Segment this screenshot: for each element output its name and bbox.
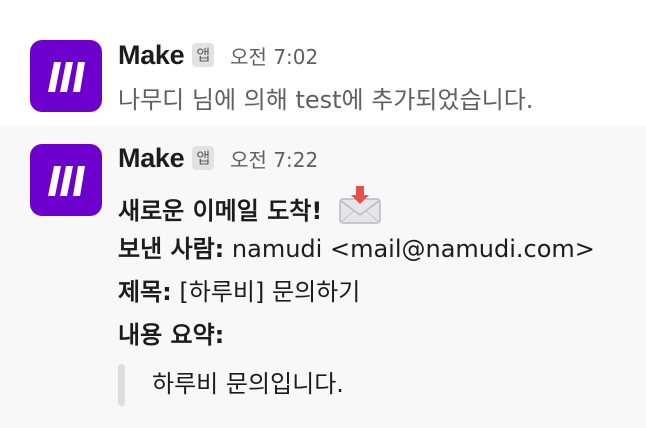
message-timestamp[interactable]: 오전 7:22 xyxy=(230,144,318,173)
email-subject: 제목: [하루비] 문의하기 xyxy=(118,276,360,308)
make-logo-icon[interactable] xyxy=(30,40,102,112)
message-header: Make 앱 오전 7:02 xyxy=(118,39,318,71)
message-timestamp[interactable]: 오전 7:02 xyxy=(230,41,318,70)
email-title-text: 새로운 이메일 도착! xyxy=(118,197,323,225)
quote-bar xyxy=(118,364,125,406)
sender-name[interactable]: Make xyxy=(118,143,185,174)
message-item[interactable]: Make 앱 오전 7:02 나무디 님에 의해 test에 추가되었습니다. xyxy=(0,0,646,126)
sender-name[interactable]: Make xyxy=(118,40,185,71)
message-header: Make 앱 오전 7:22 xyxy=(118,142,318,174)
app-badge: 앱 xyxy=(192,146,215,170)
incoming-envelope-icon xyxy=(337,185,383,233)
email-title: 새로운 이메일 도착! xyxy=(118,185,383,236)
app-badge: 앱 xyxy=(192,43,215,67)
email-from: 보낸 사람: namudi <mail@namudi.com> xyxy=(118,233,595,265)
summary-quote-text: 하루비 문의입니다. xyxy=(152,370,344,398)
message-item-highlighted[interactable]: Make 앱 오전 7:22 새로운 이메일 도착! 보낸 사람: namudi… xyxy=(0,126,646,428)
summary-label: 내용 요약: xyxy=(118,321,225,349)
subject-label: 제목: xyxy=(118,278,172,306)
make-logo-icon[interactable] xyxy=(30,144,102,216)
from-label: 보낸 사람: xyxy=(118,235,225,263)
system-message-text: 나무디 님에 의해 test에 추가되었습니다. xyxy=(118,86,534,114)
subject-value: [하루비] 문의하기 xyxy=(179,278,361,306)
summary-quote: 하루비 문의입니다. xyxy=(118,362,618,408)
from-value: namudi <mail@namudi.com> xyxy=(231,235,595,263)
